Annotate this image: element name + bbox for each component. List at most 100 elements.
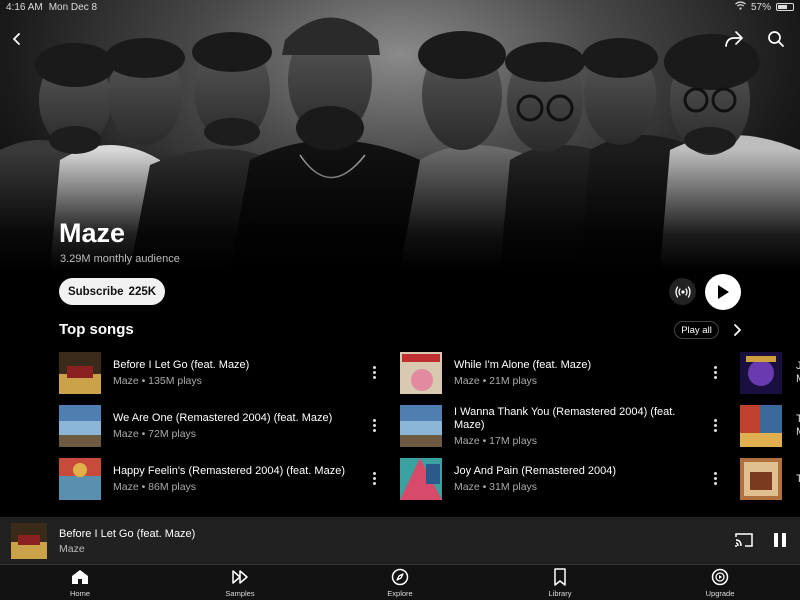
hero-gradient-overlay <box>0 150 800 270</box>
album-art <box>740 352 782 394</box>
share-button[interactable] <box>722 27 746 51</box>
album-art-svg <box>740 352 782 394</box>
search-icon <box>768 31 784 47</box>
song-title: Joy And Pain (Remastered 2004) <box>454 465 617 477</box>
album-art <box>740 405 782 447</box>
now-playing-title: Before I Let Go (feat. Maze) <box>59 528 196 540</box>
artist-name: Maze <box>59 218 126 248</box>
nav-label: Explore <box>387 589 413 598</box>
pause-icon <box>774 533 778 547</box>
song-subtitle: Maze • 21M plays <box>454 375 538 387</box>
song-title-partial-line2: M <box>796 426 800 439</box>
cast-icon <box>735 533 753 547</box>
song-subtitle: Maze • 135M plays <box>113 375 202 387</box>
now-playing-album-art <box>11 523 47 559</box>
song-subtitle: Maze • 86M plays <box>113 481 197 493</box>
share-arrow-icon <box>725 31 743 47</box>
song-title-partial: T <box>796 413 800 425</box>
more-options-button[interactable] <box>368 362 380 382</box>
album-art-svg <box>740 405 782 447</box>
album-art <box>59 352 101 394</box>
battery-icon <box>776 3 794 11</box>
cast-button[interactable] <box>734 531 754 549</box>
album-art-svg <box>400 352 442 394</box>
song-title: I Wanna Thank You (Remastered 2004) (fea… <box>454 405 676 431</box>
back-button[interactable] <box>6 28 28 50</box>
top-songs-next-button[interactable] <box>730 322 744 338</box>
radio-broadcast-icon <box>674 285 691 298</box>
nav-label: Home <box>69 589 90 598</box>
pause-button[interactable] <box>771 531 789 549</box>
library-icon <box>551 568 569 586</box>
status-time: 4:16 AM <box>6 1 43 13</box>
song-row[interactable]: I Wanna Thank You (Remastered 2004) (fea… <box>400 404 699 448</box>
battery-percent: 57% <box>750 1 771 13</box>
song-title: Before I Let Go (feat. Maze) <box>113 359 250 371</box>
album-art <box>400 405 442 447</box>
song-subtitle: Maze • 17M plays <box>454 434 538 447</box>
play-button[interactable] <box>705 274 741 310</box>
album-art <box>59 458 101 500</box>
samples-icon <box>231 568 249 586</box>
chevron-left-icon <box>13 33 20 45</box>
song-row-partial[interactable]: T <box>740 457 800 501</box>
album-art <box>400 458 442 500</box>
song-row[interactable]: We Are One (Remastered 2004) (feat. Maze… <box>59 404 358 448</box>
subscribe-label: Subscribe <box>67 285 124 298</box>
monthly-audience: 3.29M monthly audience <box>60 253 180 265</box>
nav-label: Library <box>548 589 572 598</box>
subscriber-count: 225K <box>128 285 157 298</box>
more-options-button[interactable] <box>709 362 721 382</box>
wifi-icon <box>735 1 746 13</box>
nav-label: Samples <box>225 589 255 598</box>
now-playing-artist: Maze <box>59 543 85 555</box>
upgrade-icon <box>711 568 729 586</box>
more-options-button[interactable] <box>368 415 380 435</box>
radio-button[interactable] <box>669 278 696 305</box>
song-title-partial-line2: M <box>796 373 800 386</box>
album-art <box>740 458 782 500</box>
nav-label: Upgrade <box>705 589 735 598</box>
album-art-svg <box>400 405 442 447</box>
play-all-button[interactable]: Play all <box>674 321 719 339</box>
nav-samples[interactable]: Samples <box>200 568 280 598</box>
album-art-svg <box>59 405 101 447</box>
nav-home[interactable]: Home <box>40 568 120 598</box>
song-row[interactable]: Happy Feelin's (Remastered 2004) (feat. … <box>59 457 358 501</box>
play-icon <box>718 285 729 299</box>
song-title-partial: J <box>796 360 800 372</box>
song-row[interactable]: While I'm Alone (feat. Maze) Maze • 21M … <box>400 351 699 395</box>
more-options-button[interactable] <box>709 415 721 435</box>
more-options-button[interactable] <box>368 468 380 488</box>
song-row[interactable]: Before I Let Go (feat. Maze) Maze • 135M… <box>59 351 358 395</box>
song-title: We Are One (Remastered 2004) (feat. Maze… <box>113 412 333 424</box>
song-subtitle: Maze • 31M plays <box>454 481 538 493</box>
subscribe-button[interactable]: Subscribe 225K <box>59 278 165 305</box>
nav-library[interactable]: Library <box>520 568 600 598</box>
chevron-right-icon <box>734 324 741 336</box>
song-title: While I'm Alone (feat. Maze) <box>454 359 592 371</box>
explore-icon <box>391 568 409 586</box>
album-art-svg <box>400 458 442 500</box>
album-art <box>59 405 101 447</box>
more-options-button[interactable] <box>709 468 721 488</box>
song-row-partial[interactable]: TM <box>740 404 800 448</box>
album-art-svg <box>11 523 47 559</box>
album-art-svg <box>59 458 101 500</box>
status-bar: 4:16 AM Mon Dec 8 57% <box>0 0 800 14</box>
nav-explore[interactable]: Explore <box>360 568 440 598</box>
song-row-partial[interactable]: JM <box>740 351 800 395</box>
home-icon <box>71 568 89 586</box>
album-art-svg <box>59 352 101 394</box>
album-art-svg <box>740 458 782 500</box>
bottom-navigation: Home Samples Explore Library Upgrade <box>0 565 800 600</box>
song-title: Happy Feelin's (Remastered 2004) (feat. … <box>113 465 345 477</box>
song-subtitle: Maze • 72M plays <box>113 428 197 440</box>
mini-player[interactable]: Before I Let Go (feat. Maze) Maze <box>0 517 800 565</box>
top-songs-title: Top songs <box>59 321 134 338</box>
song-title-partial: T <box>796 472 800 485</box>
song-row[interactable]: Joy And Pain (Remastered 2004) Maze • 31… <box>400 457 699 501</box>
nav-upgrade[interactable]: Upgrade <box>680 568 760 598</box>
search-button[interactable] <box>764 27 788 51</box>
status-date: Mon Dec 8 <box>48 1 98 13</box>
